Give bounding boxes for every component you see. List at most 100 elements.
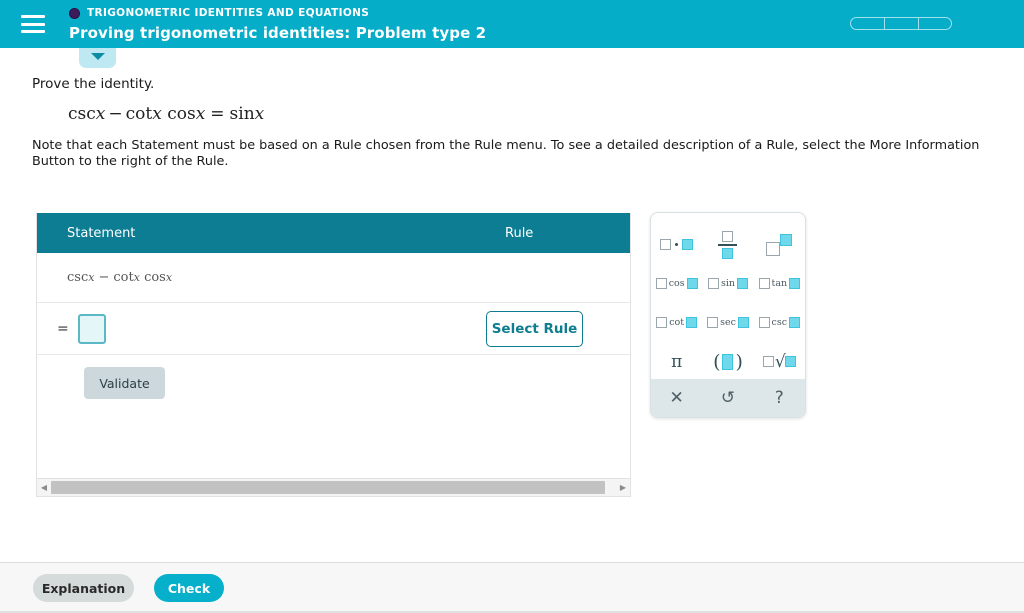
csc-label: csc <box>771 317 788 328</box>
hamburger-bar <box>21 15 45 18</box>
fraction-icon <box>718 230 738 259</box>
table-row: cscx − cotx cosx <box>37 253 630 303</box>
collapse-panel-tab[interactable] <box>79 48 116 68</box>
statement-var: x <box>88 271 95 284</box>
left-paren-icon: ( <box>713 350 721 373</box>
header-titles: TRIGONOMETRIC IDENTITIES AND EQUATIONS P… <box>69 6 486 42</box>
active-placeholder-box <box>789 317 801 328</box>
horizontal-scrollbar[interactable]: ◀ ▶ <box>37 478 630 496</box>
sin-key[interactable]: sin <box>702 264 753 303</box>
tan-key[interactable]: tan <box>754 264 805 303</box>
statement-cot: cot <box>113 270 134 285</box>
fraction-bar <box>718 243 738 246</box>
clear-icon[interactable]: ✕ <box>651 388 702 408</box>
numerator-box <box>722 230 734 242</box>
identity-equals: = <box>210 104 225 124</box>
active-placeholder-box <box>686 278 698 289</box>
exponent-key[interactable] <box>754 225 805 264</box>
sec-key[interactable]: sec <box>702 303 753 342</box>
tan-label: tan <box>771 278 788 289</box>
keypad-toolbar: ✕ ↺ ? <box>651 379 805 417</box>
parentheses-key[interactable]: () <box>702 342 753 381</box>
undo-icon[interactable]: ↺ <box>702 388 753 408</box>
category-label: TRIGONOMETRIC IDENTITIES AND EQUATIONS <box>87 7 370 19</box>
identity-sin: sin <box>229 104 255 124</box>
app-header: TRIGONOMETRIC IDENTITIES AND EQUATIONS P… <box>0 0 1024 48</box>
identity-var: x <box>254 104 265 124</box>
radical-icon: √ <box>762 352 796 372</box>
cos-key[interactable]: cos <box>651 264 702 303</box>
column-header-statement: Statement <box>67 225 136 241</box>
hamburger-bar <box>21 30 45 33</box>
scrollbar-thumb[interactable] <box>51 481 605 494</box>
cot-label: cot <box>669 317 685 328</box>
chevron-down-icon <box>90 53 105 60</box>
keypad-row <box>651 225 805 264</box>
statement-minus: − <box>98 270 110 285</box>
check-button[interactable]: Check <box>154 574 224 602</box>
multiply-key[interactable] <box>651 225 702 264</box>
answer-input-box[interactable] <box>77 313 106 344</box>
active-placeholder-box <box>686 317 698 328</box>
multiply-dot-icon <box>675 243 679 246</box>
proof-panel: Statement Rule cscx − cotx cosx = Select R… <box>36 213 631 497</box>
index-box <box>762 356 774 367</box>
equals-sign: = <box>57 320 69 337</box>
keypad-row: cot sec csc <box>651 303 805 342</box>
active-placeholder-box <box>789 278 801 289</box>
column-header-rule: Rule <box>505 225 534 241</box>
scroll-left-arrow-icon[interactable]: ◀ <box>37 480 51 495</box>
proof-table-body: cscx − cotx cosx = Select Rule Validate <box>37 253 630 478</box>
placeholder-box <box>758 278 770 289</box>
page-title: Proving trigonometric identities: Proble… <box>69 24 487 42</box>
progress-segment <box>918 17 952 30</box>
identity-expression: cscx − cotx cosx = sinx <box>68 104 264 124</box>
scrollbar-track[interactable] <box>51 481 616 494</box>
prompt-text: Prove the identity. <box>32 76 155 92</box>
radical-key[interactable]: √ <box>754 342 805 381</box>
validate-row: Validate <box>37 355 630 475</box>
math-keypad: cos sin tan cot sec csc π () √ ✕ ↺ ? <box>650 212 806 418</box>
hamburger-menu-icon[interactable] <box>21 15 45 33</box>
footer-bar: Explanation Check <box>0 563 1024 613</box>
hamburger-bar <box>21 22 45 26</box>
identity-cot: cot <box>125 104 153 124</box>
placeholder-box <box>655 278 667 289</box>
right-paren-icon: ) <box>735 350 743 373</box>
placeholder-box <box>707 278 719 289</box>
active-placeholder-box <box>737 278 749 289</box>
instruction-note: Note that each Statement must be based o… <box>32 138 980 169</box>
statement-cos: cos <box>144 270 166 285</box>
statement-var: x <box>165 271 173 284</box>
identity-var: x <box>195 104 206 124</box>
exponent-box <box>780 233 793 246</box>
fraction-key[interactable] <box>702 225 753 264</box>
cot-key[interactable]: cot <box>651 303 702 342</box>
proof-table-header: Statement Rule <box>37 213 630 253</box>
category-line: TRIGONOMETRIC IDENTITIES AND EQUATIONS <box>69 6 486 20</box>
progress-segment <box>884 17 918 30</box>
exponent-icon <box>766 233 793 256</box>
identity-cos: cos <box>167 104 196 124</box>
placeholder-box <box>758 317 770 328</box>
category-dot-icon <box>69 7 80 19</box>
pi-label: π <box>671 351 683 372</box>
keypad-row: π () √ <box>651 342 805 381</box>
identity-csc: csc <box>68 104 96 124</box>
sec-label: sec <box>720 317 736 328</box>
cos-label: cos <box>668 278 685 289</box>
select-rule-button[interactable]: Select Rule <box>486 311 583 347</box>
denominator-box <box>722 247 734 259</box>
statement-csc: csc <box>67 270 89 285</box>
scroll-right-arrow-icon[interactable]: ▶ <box>616 480 630 495</box>
identity-minus: − <box>108 104 123 124</box>
base-box <box>766 241 781 256</box>
explanation-button[interactable]: Explanation <box>33 574 134 602</box>
validate-button[interactable]: Validate <box>84 367 165 399</box>
help-icon[interactable]: ? <box>754 388 805 408</box>
radicand-box <box>784 356 796 367</box>
csc-key[interactable]: csc <box>754 303 805 342</box>
pi-key[interactable]: π <box>651 342 702 381</box>
table-row-input: = Select Rule <box>37 303 630 355</box>
keypad-row: cos sin tan <box>651 264 805 303</box>
